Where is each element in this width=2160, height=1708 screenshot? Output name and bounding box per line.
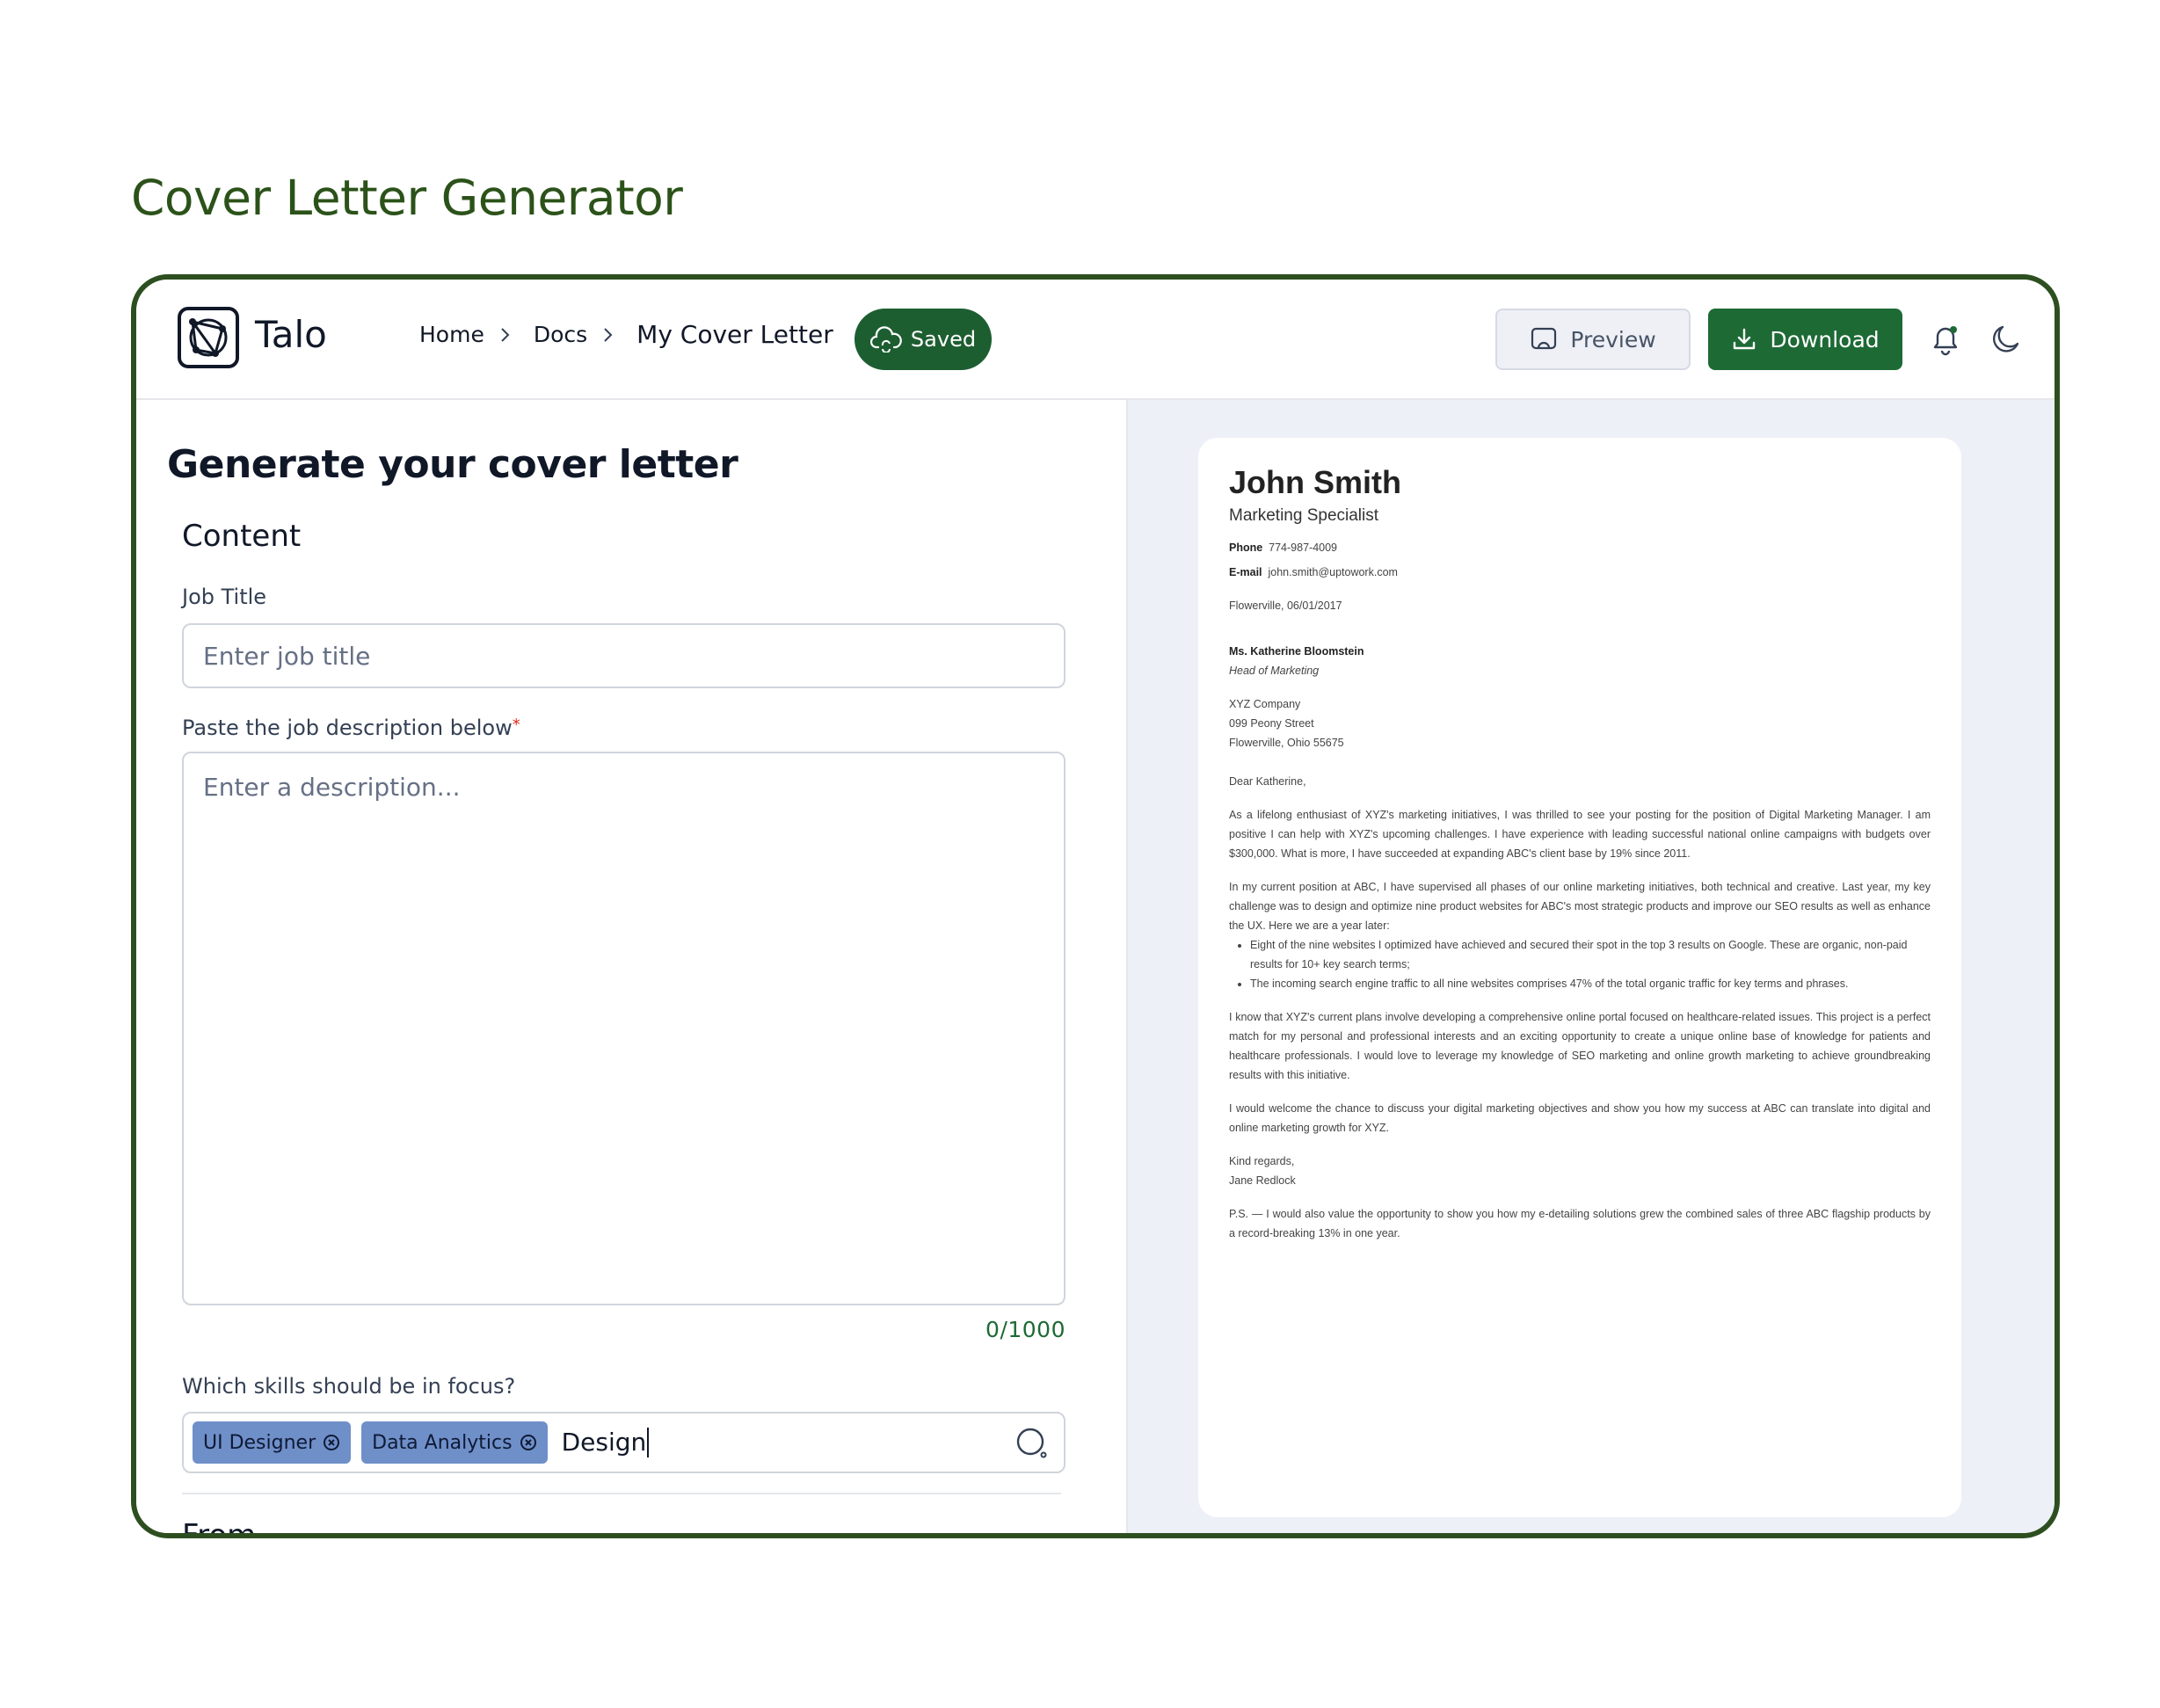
recipient-street: 099 Peony Street (1229, 717, 1314, 730)
character-counter: 0/1000 (985, 1317, 1065, 1342)
breadcrumb-home[interactable]: Home (419, 322, 484, 347)
letter-bullet: The incoming search engine traffic to al… (1250, 974, 1931, 993)
chevron-right-icon (501, 327, 510, 342)
job-description-label-text: Paste the job description below (182, 716, 513, 740)
brand-name[interactable]: Talo (255, 313, 327, 356)
download-icon (1734, 328, 1756, 350)
download-button[interactable]: Download (1708, 309, 1902, 370)
required-mark: * (512, 716, 520, 734)
section-from-heading: From (182, 1518, 256, 1533)
skills-typed-text: Design (562, 1428, 650, 1457)
section-divider (182, 1493, 1061, 1494)
top-navbar: Talo Home Docs My Cover Letter Saved Pre… (136, 280, 2055, 400)
job-title-placeholder: Enter job title (203, 641, 371, 671)
email-label: E-mail (1229, 566, 1262, 578)
app-window: Talo Home Docs My Cover Letter Saved Pre… (131, 274, 2060, 1538)
letter-paragraph: I would welcome the chance to discuss yo… (1229, 1102, 1931, 1134)
cloud-sync-icon (869, 326, 902, 353)
skill-chip[interactable]: UI Designer (193, 1421, 352, 1464)
job-description-textarea[interactable]: Enter a description... (182, 752, 1065, 1305)
skill-chip-label: UI Designer (203, 1431, 316, 1454)
letter-greeting: Dear Katherine, (1229, 775, 1306, 788)
skills-input[interactable]: UI Designer Data Analytics Design (182, 1412, 1065, 1473)
search-icon[interactable] (1015, 1426, 1050, 1461)
page-heading: Cover Letter Generator (131, 170, 683, 226)
breadcrumb-docs[interactable]: Docs (534, 322, 587, 347)
letter-paragraph: As a lifelong enthusiast of XYZ's market… (1229, 809, 1931, 860)
recipient-title: Head of Marketing (1229, 665, 1320, 677)
letter-bullet: Eight of the nine websites I optimized h… (1250, 935, 1931, 974)
talo-logo-icon[interactable] (177, 306, 240, 369)
job-description-label: Paste the job description below* (182, 716, 520, 740)
skill-chip[interactable]: Data Analytics (361, 1421, 548, 1464)
letter-phone: Phone 774-987-4009 (1229, 538, 1931, 557)
preview-button[interactable]: Preview (1495, 309, 1691, 370)
cover-letter-preview: John Smith Marketing Specialist Phone 77… (1198, 438, 1961, 1517)
letter-name: John Smith (1229, 464, 1401, 500)
letter-signature: Jane Redlock (1229, 1174, 1296, 1187)
preview-icon (1531, 327, 1557, 350)
chevron-right-icon (604, 327, 613, 342)
letter-email: E-mail john.smith@uptowork.com (1229, 563, 1931, 582)
skill-chip-label: Data Analytics (372, 1431, 513, 1454)
breadcrumb-current: My Cover Letter (636, 320, 833, 349)
job-title-input[interactable]: Enter job title (182, 623, 1065, 688)
breadcrumb: Home Docs My Cover Letter (419, 320, 833, 349)
letter-role: Marketing Specialist (1229, 506, 1379, 525)
letter-paragraph: In my current position at ABC, I have su… (1229, 881, 1931, 932)
saved-status-badge[interactable]: Saved (855, 309, 992, 370)
phone-label: Phone (1229, 541, 1263, 554)
letter-postscript: P.S. — I would also value the opportunit… (1229, 1208, 1931, 1239)
section-content-heading: Content (182, 519, 302, 554)
job-description-placeholder: Enter a description... (203, 773, 461, 802)
remove-chip-icon[interactable] (520, 1434, 537, 1451)
letter-paragraph: I know that XYZ's current plans involve … (1229, 1011, 1931, 1081)
letter-place-date: Flowerville, 06/01/2017 (1229, 600, 1342, 612)
skills-label: Which skills should be in focus? (182, 1374, 516, 1399)
phone-value: 774-987-4009 (1269, 541, 1338, 554)
email-value: john.smith@uptowork.com (1268, 566, 1398, 578)
preview-panel: John Smith Marketing Specialist Phone 77… (1126, 400, 2055, 1533)
form-panel: Generate your cover letter Content Job T… (136, 400, 1124, 1533)
notification-bell-icon[interactable] (1926, 320, 1965, 359)
recipient-city: Flowerville, Ohio 55675 (1229, 737, 1344, 749)
recipient-company: XYZ Company (1229, 698, 1301, 710)
preview-label: Preview (1570, 326, 1656, 353)
download-label: Download (1770, 326, 1880, 353)
dark-mode-moon-icon[interactable] (1988, 321, 2025, 358)
letter-bullet-list: Eight of the nine websites I optimized h… (1229, 935, 1931, 993)
job-title-label: Job Title (182, 585, 267, 609)
recipient-name: Ms. Katherine Bloomstein (1229, 645, 1364, 658)
saved-label: Saved (910, 327, 977, 352)
remove-chip-icon[interactable] (323, 1434, 340, 1451)
letter-closing: Kind regards, (1229, 1155, 1295, 1167)
form-title: Generate your cover letter (167, 442, 738, 487)
